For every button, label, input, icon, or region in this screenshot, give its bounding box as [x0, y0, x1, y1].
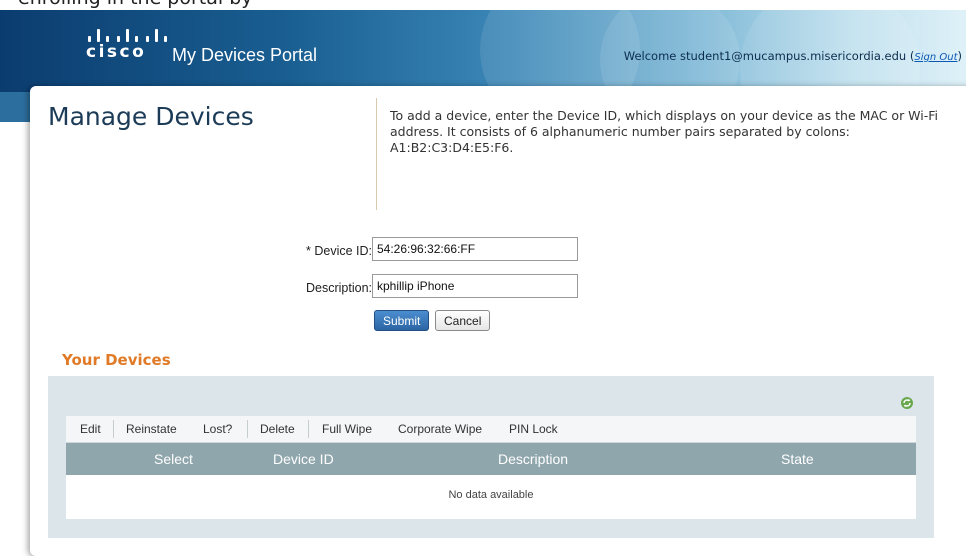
- cisco-wordmark: cisco: [86, 42, 147, 62]
- devices-toolbar: Edit Reinstate Lost? Delete Full Wipe Co…: [66, 416, 916, 443]
- column-select[interactable]: Select: [154, 443, 193, 475]
- pin-lock-button[interactable]: PIN Lock: [509, 416, 558, 442]
- description-row: Description:: [30, 274, 966, 302]
- page-title: Manage Devices: [48, 102, 254, 131]
- devices-panel: Edit Reinstate Lost? Delete Full Wipe Co…: [48, 376, 934, 538]
- manage-devices-card: Manage Devices To add a device, enter th…: [30, 86, 966, 556]
- device-id-label: * Device ID:: [306, 244, 372, 258]
- column-state[interactable]: State: [781, 443, 814, 475]
- toolbar-divider: [308, 420, 309, 438]
- reinstate-button[interactable]: Reinstate: [126, 416, 177, 442]
- empty-message: No data available: [448, 489, 534, 501]
- corporate-wipe-button[interactable]: Corporate Wipe: [398, 416, 482, 442]
- portal-title: My Devices Portal: [172, 45, 318, 65]
- devices-table-header: Select Device ID Description State: [66, 443, 916, 475]
- cisco-bars-icon: [86, 22, 167, 42]
- sign-out-link[interactable]: Sign Out: [914, 52, 957, 63]
- column-device-id[interactable]: Device ID: [273, 443, 334, 475]
- portal-header: cisco My Devices Portal Welcome student1…: [0, 10, 966, 92]
- welcome-text: Welcome student1@mucampus.misericordia.e…: [623, 49, 915, 63]
- top-text-strip: enrolling in the portal by: [0, 0, 966, 10]
- lost-button[interactable]: Lost?: [203, 416, 232, 442]
- welcome-message: Welcome student1@mucampus.misericordia.e…: [624, 49, 962, 63]
- your-devices-heading: Your Devices: [62, 351, 171, 369]
- top-strip-text: enrolling in the portal by: [18, 0, 253, 9]
- cisco-logo: cisco: [86, 22, 167, 68]
- instructions-text: To add a device, enter the Device ID, wh…: [390, 108, 939, 155]
- devices-table-body: No data available: [66, 475, 916, 519]
- edit-button[interactable]: Edit: [80, 416, 101, 442]
- column-description[interactable]: Description: [498, 443, 568, 475]
- device-id-row: * Device ID:: [30, 237, 966, 265]
- instructions-panel: To add a device, enter the Device ID, wh…: [376, 98, 956, 210]
- description-input[interactable]: [372, 274, 578, 298]
- refresh-icon[interactable]: [900, 396, 914, 410]
- left-edge-decoration: [0, 92, 30, 122]
- submit-button[interactable]: Submit: [374, 310, 430, 331]
- toolbar-divider: [247, 420, 248, 438]
- device-id-input[interactable]: [372, 237, 578, 261]
- delete-button[interactable]: Delete: [260, 416, 295, 442]
- cancel-button[interactable]: Cancel: [435, 310, 491, 331]
- description-label: Description:: [306, 281, 372, 295]
- toolbar-divider: [113, 420, 114, 438]
- full-wipe-button[interactable]: Full Wipe: [322, 416, 372, 442]
- welcome-close: ): [957, 49, 963, 63]
